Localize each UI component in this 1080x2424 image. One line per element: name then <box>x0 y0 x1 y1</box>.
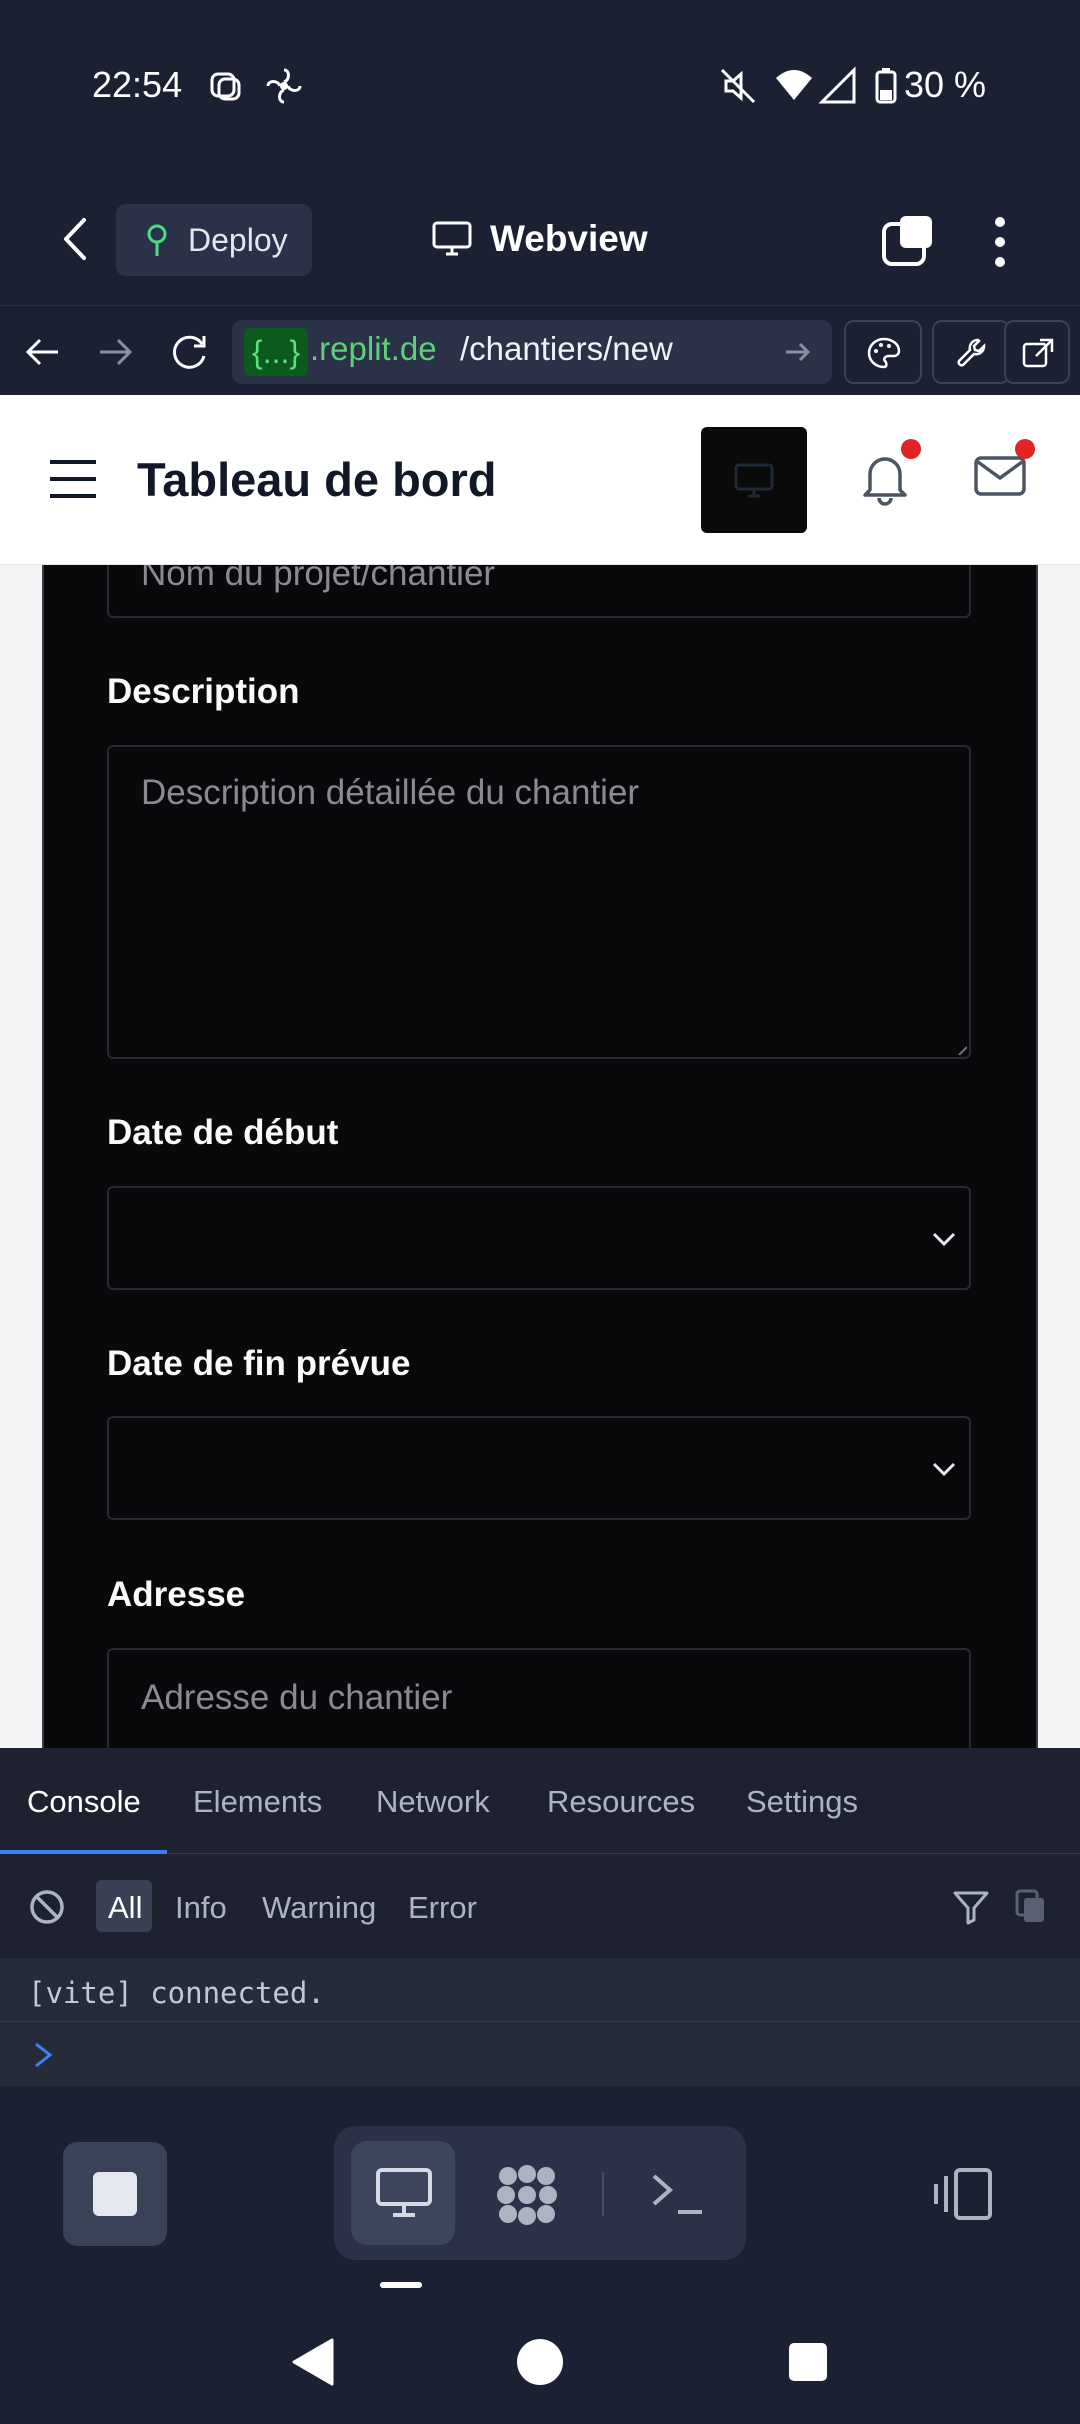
wifi-icon <box>776 70 812 100</box>
android-back-icon[interactable] <box>288 2336 336 2388</box>
monitor-icon <box>376 2168 432 2217</box>
tab-console[interactable]: Console <box>27 1784 141 1820</box>
webview-tab-title[interactable]: Webview <box>432 218 648 260</box>
status-time: 22:54 <box>92 64 183 105</box>
battery-icon <box>875 68 897 104</box>
filter-all[interactable]: All <box>108 1890 142 1926</box>
stop-icon <box>93 2172 137 2216</box>
deploy-button[interactable]: Deploy <box>116 204 312 276</box>
fan-icon <box>266 68 302 104</box>
app-notification-icon <box>210 72 241 101</box>
monitor-icon <box>734 463 774 498</box>
url-path: /chantiers/new <box>460 330 673 367</box>
url-domain-badge: {...} <box>244 328 309 376</box>
resize-handle-icon[interactable] <box>957 1045 967 1055</box>
deploy-icon <box>147 224 167 256</box>
console-log-message: [vite] connected. <box>28 1976 325 2010</box>
chantier-form <box>42 565 1038 1748</box>
palette-icon <box>867 337 901 369</box>
swipe-indicator <box>380 2282 422 2288</box>
mute-icon <box>720 68 756 104</box>
android-home-icon[interactable] <box>514 2336 566 2388</box>
reload-icon[interactable] <box>168 332 212 372</box>
more-icon[interactable] <box>990 214 1010 270</box>
console-filter-row <box>0 1854 1080 1958</box>
display-toggle-button[interactable] <box>701 427 807 533</box>
stop-button[interactable] <box>63 2142 167 2246</box>
back-icon[interactable] <box>56 214 96 264</box>
filter-warning[interactable]: Warning <box>262 1890 376 1926</box>
tab-network[interactable]: Network <box>376 1784 490 1820</box>
monitor-icon <box>432 221 472 256</box>
url-input[interactable]: {...} .replit.de /chantiers/new <box>232 320 832 384</box>
chevron-down-icon <box>932 1462 956 1477</box>
devtools-button[interactable] <box>932 320 1010 384</box>
start-date-label: Date de début <box>107 1113 339 1152</box>
clear-icon[interactable] <box>28 1888 66 1926</box>
address-input[interactable]: Adresse du chantier <box>107 1648 971 1748</box>
mail-icon[interactable] <box>974 456 1026 496</box>
theme-button[interactable] <box>844 320 922 384</box>
devtools-tabs <box>0 1748 1080 1854</box>
mode-divider <box>602 2172 604 2216</box>
tab-resources[interactable]: Resources <box>547 1784 695 1820</box>
address-placeholder: Adresse du chantier <box>141 1678 453 1717</box>
end-date-select[interactable] <box>107 1416 971 1520</box>
signal-icon <box>818 66 856 104</box>
webview-mode-button[interactable] <box>351 2141 455 2245</box>
hamburger-icon[interactable] <box>48 458 98 500</box>
tabs-icon[interactable] <box>880 214 936 270</box>
open-external-button[interactable] <box>1004 320 1070 384</box>
notification-dot <box>901 439 921 459</box>
terminal-icon[interactable] <box>648 2168 708 2218</box>
wrench-icon <box>957 338 986 367</box>
battery-percent: 30 % <box>904 64 987 105</box>
android-recents-icon[interactable] <box>786 2340 830 2384</box>
filter-error[interactable]: Error <box>408 1890 477 1926</box>
go-arrow-icon[interactable] <box>784 338 812 366</box>
bell-icon[interactable] <box>860 450 910 506</box>
url-domain: .replit.de <box>310 330 437 367</box>
external-link-icon <box>1022 338 1054 368</box>
webview-title-text: Webview <box>490 218 648 259</box>
tab-elements[interactable]: Elements <box>193 1784 322 1820</box>
description-placeholder: Description détaillée du chantier <box>141 773 640 812</box>
mail-notification-dot <box>1015 439 1035 459</box>
copy-icon[interactable] <box>1014 1888 1048 1926</box>
nav-forward-icon[interactable] <box>96 334 136 370</box>
end-date-label: Date de fin prévue <box>107 1344 411 1383</box>
description-label: Description <box>107 672 300 711</box>
nav-back-icon[interactable] <box>22 334 62 370</box>
deploy-label: Deploy <box>188 221 288 258</box>
layout-icon[interactable] <box>930 2166 996 2222</box>
start-date-select[interactable] <box>107 1186 971 1290</box>
console-prompt-icon <box>35 2042 53 2068</box>
tab-settings[interactable]: Settings <box>746 1784 858 1820</box>
filter-info[interactable]: Info <box>175 1890 227 1926</box>
filter-icon[interactable] <box>952 1888 990 1926</box>
page-title: Tableau de bord <box>137 453 497 506</box>
console-prompt-row[interactable] <box>0 2022 1080 2086</box>
description-textarea[interactable]: Description détaillée du chantier <box>107 745 971 1059</box>
agent-icon[interactable] <box>494 2162 560 2228</box>
address-label: Adresse <box>107 1575 246 1614</box>
chevron-down-icon <box>932 1232 956 1247</box>
